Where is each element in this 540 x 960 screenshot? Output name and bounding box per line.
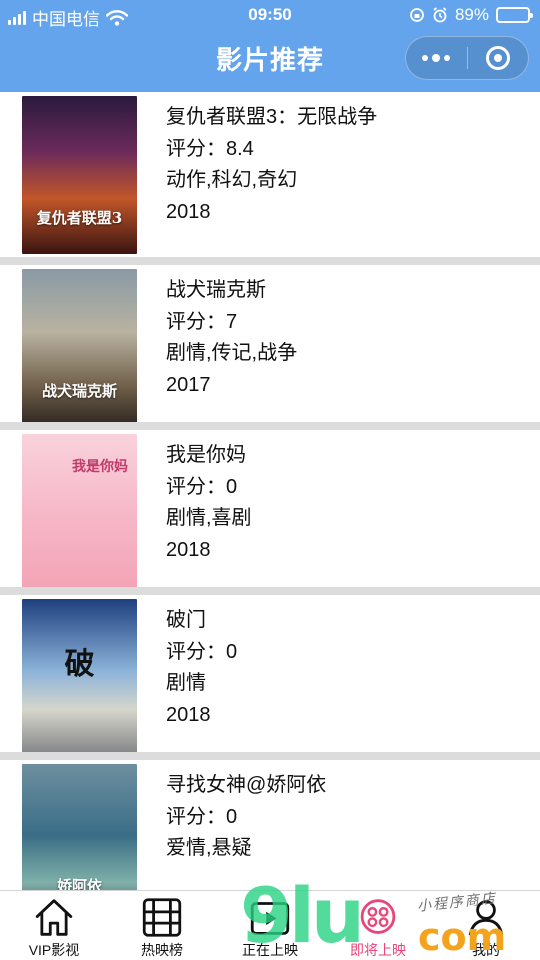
movie-genres: 剧情: [166, 672, 206, 694]
top-bar: 中国电信 09:50 89% 影片推荐: [0, 0, 540, 92]
movie-item[interactable]: 娇阿依 寻找女神@娇阿依 评分：0 爱情,悬疑: [0, 752, 540, 890]
film-reel-icon: [142, 898, 182, 937]
exit-circle-icon: [485, 46, 510, 70]
movie-poster[interactable]: 我是你妈: [22, 434, 137, 592]
movie-genres: 动作,科幻,奇幻: [166, 169, 298, 191]
mini-program-capsule: [405, 36, 529, 80]
close-mini-program-button[interactable]: [468, 37, 529, 79]
poster-title-art: 我是你妈: [72, 459, 128, 475]
movie-title: 战犬瑞克斯: [166, 279, 266, 301]
tab-label: VIP影视: [28, 942, 80, 958]
watermark-domain: com: [418, 915, 507, 959]
movie-title: 我是你妈: [166, 444, 246, 466]
movie-item[interactable]: 破 破门 评分：0 剧情 2018: [0, 587, 540, 757]
movie-genres: 剧情,喜剧: [166, 507, 252, 529]
tab-vip[interactable]: VIP影视: [0, 891, 108, 960]
home-icon: [35, 899, 73, 936]
movie-poster[interactable]: 娇阿依: [22, 764, 137, 890]
tab-label: 热映榜: [141, 942, 183, 958]
movie-title: 复仇者联盟3：无限战争: [166, 106, 378, 128]
movie-rating: 评分：0: [166, 805, 238, 828]
movie-year: 2018: [166, 200, 211, 223]
movie-poster[interactable]: 复仇者联盟3: [22, 96, 137, 254]
movie-year: 2018: [166, 538, 211, 561]
movie-rating: 评分：0: [166, 640, 238, 663]
battery-icon: [496, 7, 533, 23]
movie-title: 寻找女神@娇阿依: [166, 774, 327, 796]
movie-poster[interactable]: 战犬瑞克斯: [22, 269, 137, 427]
tab-hot[interactable]: 热映榜: [108, 891, 216, 960]
movie-year: 2018: [166, 703, 211, 726]
movie-genres: 剧情,传记,战争: [166, 342, 298, 364]
movie-genres: 爱情,悬疑: [166, 837, 252, 859]
battery-percent: 89%: [454, 5, 489, 24]
poster-title-art: 破: [64, 647, 95, 682]
rotation-lock-icon: [410, 8, 424, 22]
watermark-logo: 9lu: [240, 871, 365, 960]
poster-title-art: 娇阿依: [56, 877, 102, 890]
movie-item[interactable]: 复仇者联盟3 复仇者联盟3：无限战争 评分：8.4 动作,科幻,奇幻 2018: [0, 92, 540, 257]
movie-list[interactable]: 复仇者联盟3 复仇者联盟3：无限战争 评分：8.4 动作,科幻,奇幻 2018 …: [0, 92, 540, 890]
more-dots-icon: [422, 54, 451, 62]
movie-year: 2017: [166, 373, 211, 396]
more-button[interactable]: [406, 37, 467, 79]
movie-item[interactable]: 战犬瑞克斯 战犬瑞克斯 评分：7 剧情,传记,战争 2017: [0, 257, 540, 427]
movie-rating: 评分：7: [166, 310, 238, 333]
movie-rating: 评分：0: [166, 475, 238, 498]
movie-item[interactable]: 我是你妈 我是你妈 评分：0 剧情,喜剧 2018: [0, 422, 540, 592]
coming-soon-icon: [360, 899, 396, 934]
alarm-icon: [433, 7, 447, 23]
movie-title: 破门: [166, 609, 206, 631]
movie-rating: 评分：8.4: [166, 137, 254, 160]
poster-title-art: 战犬瑞克斯: [41, 382, 117, 400]
poster-title-art: 复仇者联盟3: [36, 209, 123, 227]
status-bar: 中国电信 09:50 89%: [0, 0, 540, 30]
movie-poster[interactable]: 破: [22, 599, 137, 757]
